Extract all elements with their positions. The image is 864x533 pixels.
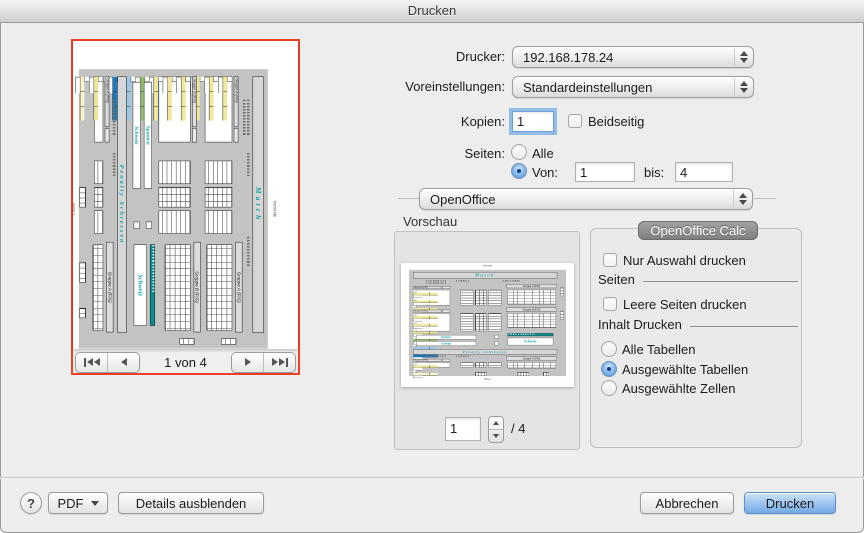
app-section-popup-value: OpenOffice <box>430 192 496 207</box>
help-button[interactable]: ? <box>20 492 42 514</box>
hide-details-button[interactable]: Details ausblenden <box>118 492 264 514</box>
content-section-label: Inhalt Drucken <box>598 317 682 332</box>
footer-divider <box>0 477 864 478</box>
vorschau-label: Vorschau <box>403 213 457 231</box>
popup-arrows-icon <box>734 48 753 66</box>
printer-popup-value: 192.168.178.24 <box>523 50 613 65</box>
vorschau-page-total: / 4 <box>511 420 525 438</box>
selected-cells-radio[interactable] <box>601 380 617 396</box>
pages-section-heading: Seiten <box>598 272 798 287</box>
page-indicator: 1 von 4 <box>164 355 207 370</box>
mini-page-footer: Seite 1 <box>73 55 76 349</box>
all-sheets-radio[interactable] <box>601 341 617 357</box>
section-rule <box>690 326 798 327</box>
pages-section-label: Seiten <box>598 272 635 287</box>
copies-input[interactable]: 1 <box>512 111 554 132</box>
app-section-popup[interactable]: OpenOffice <box>419 188 753 210</box>
selected-cells-label: Ausgewählte Zellen <box>622 380 735 398</box>
next-segment-control <box>231 352 296 373</box>
preview-page-large[interactable]: Vorrunde MatchGruppe A (F/G)Gruppe A (F/G… <box>73 41 298 349</box>
presets-popup[interactable]: Standardeinstellungen <box>512 76 754 98</box>
menu-arrow-icon <box>91 501 99 506</box>
presets-label: Voreinstellungen: <box>380 78 505 96</box>
preview-sheet-rotated: Vorrunde MatchGruppe A (F/G)Gruppe A (F/G… <box>73 55 280 349</box>
preview-navigation: 1 von 4 <box>73 351 298 373</box>
window-title: Drucken <box>0 0 864 23</box>
printer-popup[interactable]: 192.168.178.24 <box>512 46 754 68</box>
pages-all-label: Alle <box>532 145 554 163</box>
calc-panel-tab: OpenOffice Calc <box>638 221 758 240</box>
last-page-button[interactable] <box>263 353 295 372</box>
stepper-down-icon[interactable] <box>489 429 503 442</box>
pages-to-label: bis: <box>644 164 664 182</box>
mini-page-header: Vorrunde <box>272 55 277 349</box>
print-dialog: Drucken Vorrunde MatchGruppe A (F/G)Grupp… <box>0 0 864 533</box>
cancel-button[interactable]: Abbrechen <box>640 492 734 514</box>
duplex-checkbox[interactable] <box>568 114 582 128</box>
first-page-button[interactable] <box>76 353 107 372</box>
popup-arrows-icon <box>734 78 753 96</box>
section-rule <box>643 281 798 282</box>
mini-page-content: MatchGruppe A (F/G)Gruppe A (F/G)Gruppe … <box>79 69 268 348</box>
stepper-up-icon[interactable] <box>489 417 503 429</box>
pages-from-radio[interactable] <box>511 163 527 179</box>
pdf-menu-button[interactable]: PDF <box>48 492 108 514</box>
mini-page-header: Vorrunde <box>401 265 574 268</box>
mini-page-footer: Seite 1 <box>401 378 574 381</box>
preview-pane: Vorrunde MatchGruppe A (F/G)Gruppe A (F/G… <box>71 39 300 375</box>
pdf-button-label: PDF <box>58 496 84 511</box>
next-page-button[interactable] <box>232 353 263 372</box>
pages-label: Seiten: <box>380 145 505 163</box>
presets-popup-value: Standardeinstellungen <box>523 80 652 95</box>
previous-page-button[interactable] <box>107 353 139 372</box>
printer-label: Drucker: <box>380 48 505 66</box>
print-button[interactable]: Drucken <box>744 492 836 514</box>
duplex-label: Beidseitig <box>588 113 644 131</box>
empty-pages-label: Leere Seiten drucken <box>623 296 747 314</box>
prev-segment-control <box>75 352 140 373</box>
vorschau-page-input[interactable]: 1 <box>445 417 481 441</box>
vorschau-panel: Vorrunde MatchGruppe A (F/G)Gruppe A (F/G… <box>394 231 580 450</box>
pages-from-input[interactable]: 1 <box>575 162 635 182</box>
vorschau-page-stepper[interactable] <box>488 416 504 443</box>
copies-label: Kopien: <box>380 113 505 131</box>
all-sheets-label: Alle Tabellen <box>622 341 695 359</box>
popup-arrows-icon <box>733 190 752 208</box>
content-section-heading: Inhalt Drucken <box>598 317 798 332</box>
selected-sheets-radio[interactable] <box>601 361 617 377</box>
vorschau-page-thumbnail[interactable]: Vorrunde MatchGruppe A (F/G)Gruppe A (F/G… <box>401 263 574 387</box>
pages-to-input[interactable]: 4 <box>675 162 733 182</box>
selected-sheets-label: Ausgewählte Tabellen <box>622 361 748 379</box>
pages-from-label: Von: <box>532 164 558 182</box>
mini-page-content: MatchGruppe A (F/G)Gruppe A (F/G)Gruppe … <box>409 270 566 376</box>
empty-pages-checkbox[interactable] <box>603 297 617 311</box>
vorschau-sheet: Vorrunde MatchGruppe A (F/G)Gruppe A (F/G… <box>401 263 574 387</box>
selection-only-label: Nur Auswahl drucken <box>623 252 746 270</box>
pages-all-radio[interactable] <box>511 144 527 160</box>
selection-only-checkbox[interactable] <box>603 253 617 267</box>
